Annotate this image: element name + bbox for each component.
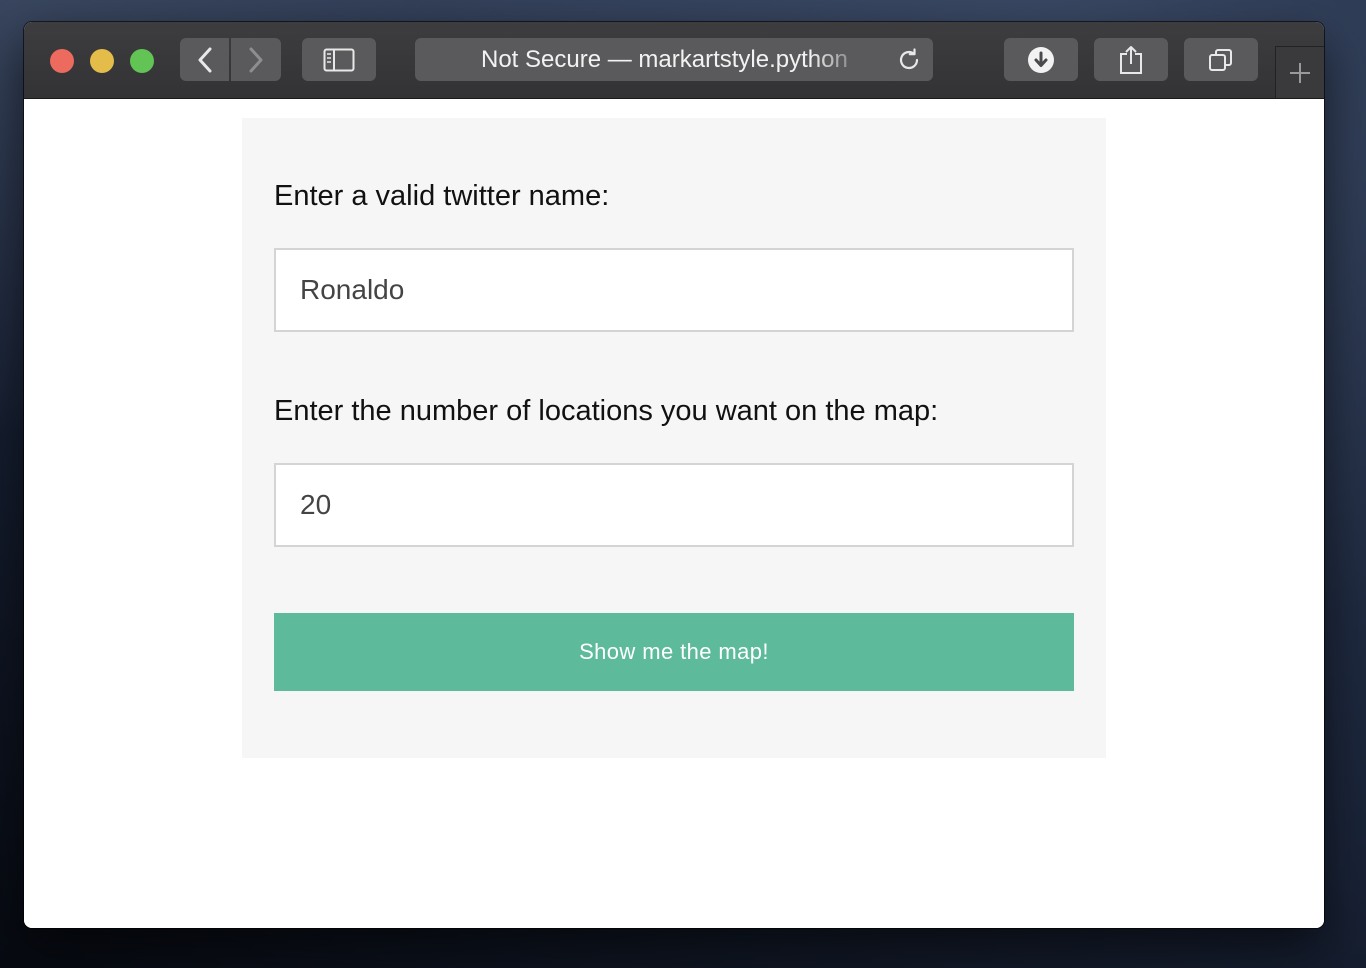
map-form: Enter a valid twitter name: Enter the nu… — [242, 118, 1106, 758]
download-icon — [1028, 46, 1054, 73]
show-map-button[interactable]: Show me the map! — [274, 613, 1074, 691]
reload-icon — [899, 48, 919, 70]
close-window-button[interactable] — [50, 49, 74, 73]
browser-window: Not Secure — markartstyle.python Enter a… — [24, 22, 1324, 928]
forward-button[interactable] — [231, 38, 281, 81]
new-tab-button[interactable] — [1275, 46, 1324, 98]
back-button[interactable] — [180, 38, 229, 81]
sidebar-toggle-button[interactable] — [302, 38, 376, 81]
locations-count-label: Enter the number of locations you want o… — [274, 395, 939, 427]
address-text: Not Secure — markartstyle.python — [481, 48, 848, 72]
locations-count-input[interactable] — [274, 463, 1074, 547]
tab-overview-button[interactable] — [1184, 38, 1258, 81]
share-icon — [1120, 45, 1142, 74]
address-bar[interactable]: Not Secure — markartstyle.python — [415, 38, 933, 81]
twitter-name-input[interactable] — [274, 248, 1074, 332]
plus-icon — [1290, 62, 1310, 83]
tabs-overview-icon — [1209, 48, 1232, 71]
page-content: Enter a valid twitter name: Enter the nu… — [24, 99, 1324, 928]
chevron-right-icon — [249, 47, 263, 72]
sidebar-icon — [323, 48, 355, 71]
chevron-left-icon — [198, 47, 211, 72]
twitter-name-label: Enter a valid twitter name: — [274, 180, 610, 212]
reload-button[interactable] — [895, 46, 923, 74]
share-button[interactable] — [1094, 38, 1168, 81]
downloads-button[interactable] — [1004, 38, 1078, 81]
minimize-window-button[interactable] — [90, 49, 114, 73]
maximize-window-button[interactable] — [130, 49, 154, 73]
browser-toolbar: Not Secure — markartstyle.python — [24, 22, 1324, 99]
